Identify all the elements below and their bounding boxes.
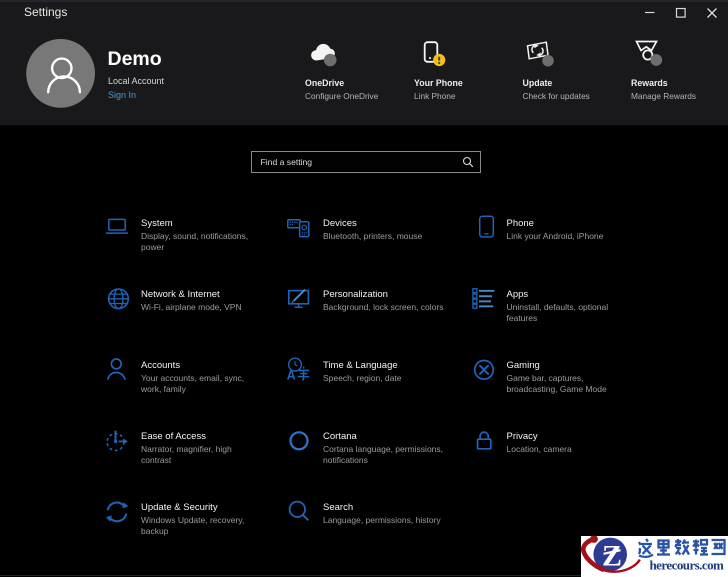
svg-text:Z: Z bbox=[602, 540, 622, 573]
svg-text:A: A bbox=[286, 368, 295, 382]
svg-text:herecours.com: herecours.com bbox=[650, 557, 725, 572]
